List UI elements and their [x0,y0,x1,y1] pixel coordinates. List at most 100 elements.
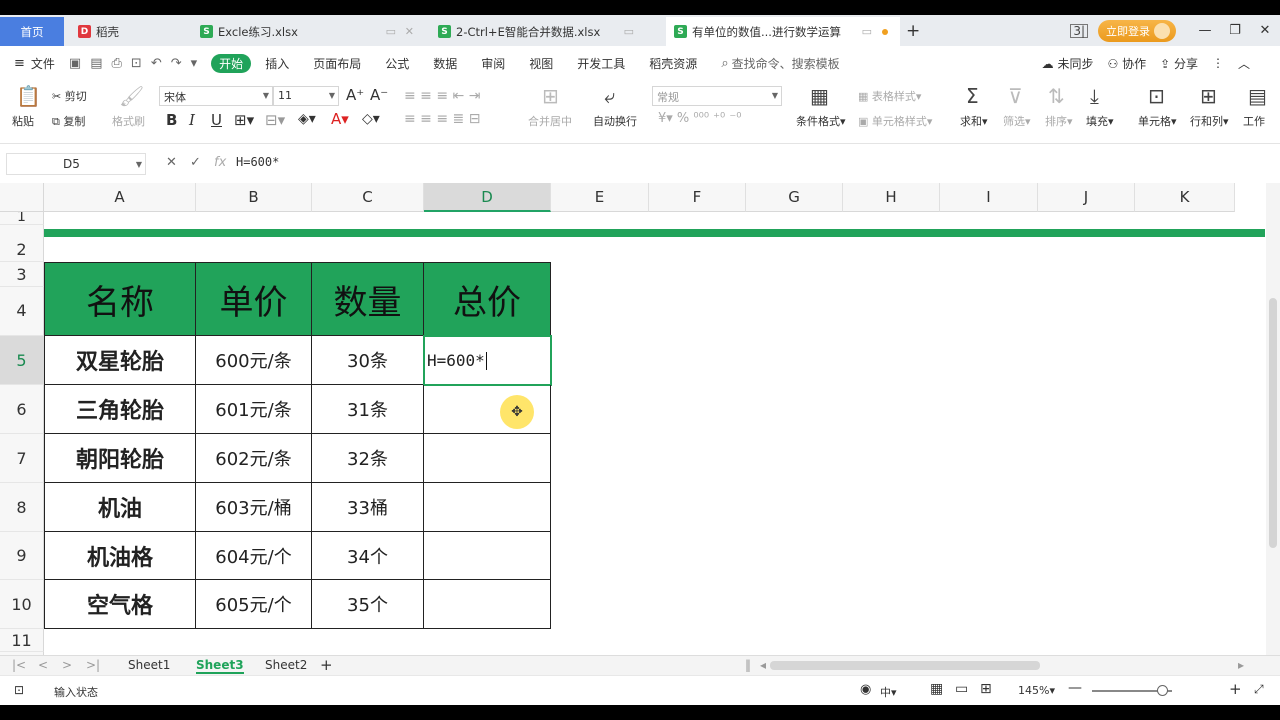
column-header-e[interactable]: E [551,183,649,212]
italic-button[interactable]: I [189,111,195,129]
collab-button[interactable]: ⚇ 协作 [1108,55,1147,72]
column-header-b[interactable]: B [196,183,312,212]
normal-view-icon[interactable]: ▦ [930,681,943,697]
scroll-left-icon[interactable]: ◂ [760,658,766,672]
collapse-ribbon-icon[interactable]: ︿ [1238,55,1250,72]
column-header-k[interactable]: K [1135,183,1235,212]
print-icon[interactable]: ⎙ [112,56,122,71]
row-header-8[interactable]: 8 [0,483,44,532]
zoom-level[interactable]: 145%▾ [1018,684,1055,697]
tab-active-document[interactable]: S 有单位的数值...进行数学运算 ▭ [666,17,900,46]
font-size-select[interactable]: 11 ▼ [273,86,339,106]
column-header-d[interactable]: D [424,183,551,212]
format-painter-button[interactable]: 格式刷 [112,113,145,129]
row-col-icon[interactable]: ⊞ [1200,84,1217,108]
close-window-icon[interactable]: ✕ [1250,23,1280,38]
merge-center-button[interactable]: 合并居中 [528,113,572,129]
column-header-a[interactable]: A [44,183,196,212]
wrap-text-button[interactable]: 自动换行 [593,113,637,129]
clear-icon[interactable]: ◇▾ [362,111,380,127]
row-header-2[interactable]: 2 [0,225,44,262]
copy-button[interactable]: ⧉ 复制 [52,113,85,129]
align-top-icon[interactable]: ≡ ≡ ≡ ⇤ ⇥ [404,88,480,104]
cell-b5[interactable]: 600元/条 [196,336,312,385]
fx-icon[interactable]: fx [214,155,226,170]
row-header-4[interactable]: 4 [0,287,44,336]
table-style-button[interactable]: ▦ 表格样式▾ [858,88,921,104]
cell-c6[interactable]: 31条 [312,385,424,434]
page-break-view-icon[interactable]: ⊞ [980,681,992,697]
menu-developer[interactable]: 开发工具 [577,55,625,72]
cell-c9[interactable]: 34个 [312,532,424,580]
add-sheet-button[interactable]: + [320,656,333,674]
sheet-tab-sheet1[interactable]: Sheet1 [128,658,170,672]
row-header-7[interactable]: 7 [0,434,44,483]
cell-b7[interactable]: 602元/条 [196,434,312,483]
filter-icon[interactable]: ⊽ [1008,84,1023,108]
cell-b8[interactable]: 603元/桶 [196,483,312,532]
cell-a6[interactable]: 三角轮胎 [45,385,196,434]
formula-input[interactable]: H=600* [236,155,279,169]
share-button[interactable]: ⇪ 分享 [1160,55,1198,72]
customize-dropdown-icon[interactable]: ▾ [191,56,198,71]
column-header-h[interactable]: H [843,183,940,212]
row-header-10[interactable]: 10 [0,580,44,629]
sheet-tab-sheet3[interactable]: Sheet3 [196,658,244,674]
column-header-j[interactable]: J [1038,183,1135,212]
cell-d10[interactable] [424,580,551,629]
login-button[interactable]: 立即登录 [1098,19,1176,42]
sum-button[interactable]: 求和▾ [960,113,988,129]
cut-button[interactable]: ✂ 剪切 [52,88,87,104]
cell-b10[interactable]: 605元/个 [196,580,312,629]
cell-a7[interactable]: 朝阳轮胎 [45,434,196,483]
first-sheet-icon[interactable]: |< [12,658,26,672]
increase-font-icon[interactable]: A⁺ [346,86,364,104]
eye-protect-icon[interactable]: ◉ [860,682,871,697]
filter-button[interactable]: 筛选▾ [1003,113,1031,129]
new-tab-button[interactable]: + [906,21,920,41]
currency-percent-icons[interactable]: ¥▾ % ⁰⁰⁰ ⁺⁰ ⁻⁰ [658,111,741,126]
tab-docer[interactable]: D 稻壳 [70,17,188,46]
select-all-corner[interactable] [0,183,44,212]
merge-border-icon[interactable]: ⊟▾ [265,111,285,129]
redo-icon[interactable]: ↷ [171,56,182,71]
cell-icon[interactable]: ⊡ [1148,84,1165,108]
unsynced-button[interactable]: ☁ 未同步 [1042,55,1094,72]
cell-d5-active[interactable]: H=600* [423,335,552,386]
sum-icon[interactable]: Σ [966,84,979,108]
macro-icon[interactable]: ⊡ [14,683,24,697]
sort-button[interactable]: 排序▾ [1045,113,1073,129]
borders-icon[interactable]: ⊞▾ [234,111,254,129]
table-header-total[interactable]: 总价 [424,263,551,336]
last-sheet-icon[interactable]: >| [86,658,100,672]
fill-icon[interactable]: ⤓ [1090,84,1099,108]
row-header-11[interactable]: 11 [0,629,44,652]
menu-insert[interactable]: 插入 [265,55,289,72]
menu-view[interactable]: 视图 [529,55,553,72]
tab-ctrl-e-merge[interactable]: S 2-Ctrl+E智能合并数据.xlsx ▭ [430,17,662,46]
column-header-f[interactable]: F [649,183,746,212]
wrap-text-icon[interactable]: ⤶ [604,84,615,108]
cell-a5[interactable]: 双星轮胎 [45,336,196,385]
horizontal-scroll-thumb[interactable] [770,661,1040,670]
cell-d8[interactable] [424,483,551,532]
row-header-1[interactable]: 1 [0,212,44,225]
worksheet-button[interactable]: 工作 [1243,113,1265,129]
undo-icon[interactable]: ↶ [151,56,162,71]
fullscreen-icon[interactable]: ⤢ [1254,682,1264,697]
cell-a8[interactable]: 机油 [45,483,196,532]
cell-c8[interactable]: 33桶 [312,483,424,532]
name-box[interactable]: D5 ▼ [6,153,146,175]
column-header-g[interactable]: G [746,183,843,212]
menu-page-layout[interactable]: 页面布局 [313,55,361,72]
page-layout-view-icon[interactable]: ▭ [955,681,968,697]
zoom-slider-knob[interactable] [1157,685,1168,696]
zoom-in-button[interactable]: + [1229,680,1242,698]
export-icon[interactable]: ▤ [90,56,102,71]
worksheet-icon[interactable]: ▤ [1248,84,1267,108]
sheet-tab-sheet2[interactable]: Sheet2 [265,658,307,672]
cell-a10[interactable]: 空气格 [45,580,196,629]
menu-file[interactable]: 文件 [31,55,55,72]
cell-d7[interactable] [424,434,551,483]
menu-docer-resources[interactable]: 稻壳资源 [649,55,697,72]
